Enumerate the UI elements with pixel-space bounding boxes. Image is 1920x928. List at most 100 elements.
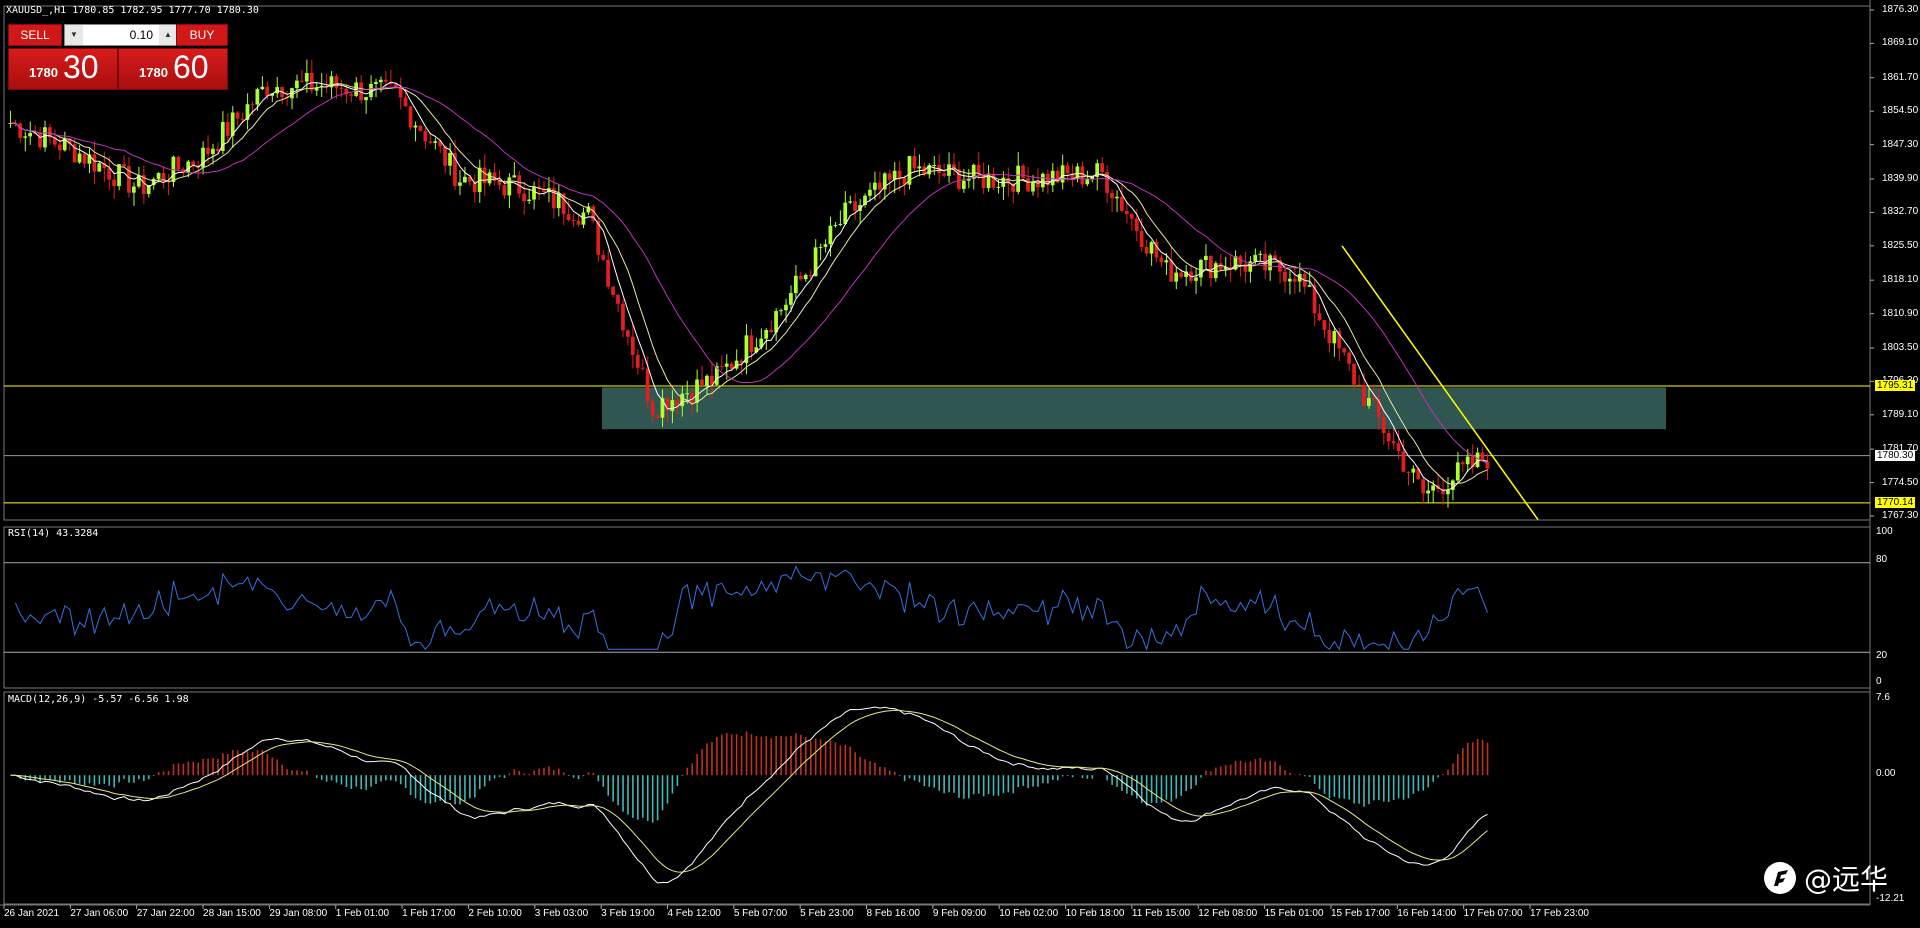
candle-body — [1085, 179, 1090, 185]
candle-body — [991, 173, 996, 188]
candle-body — [877, 182, 882, 190]
candle-body — [339, 87, 344, 89]
candle-body — [433, 141, 438, 143]
candle-body — [1357, 384, 1361, 386]
candle-body — [1100, 163, 1104, 172]
candle-body — [527, 199, 531, 202]
candle-body — [1391, 441, 1396, 444]
candle-body — [1411, 468, 1416, 473]
time-tick: 12 Feb 08:00 — [1198, 908, 1258, 919]
candle-body — [97, 163, 102, 172]
candle-body — [502, 185, 507, 196]
candle-body — [838, 223, 843, 225]
candle-body — [1194, 277, 1198, 281]
candle-body — [1159, 257, 1164, 263]
price-tick: 1847.30 — [1882, 138, 1919, 150]
lot-increase-icon[interactable]: ▲ — [159, 25, 177, 45]
candle-body — [522, 193, 526, 202]
candle-body — [383, 79, 388, 82]
candle-body — [803, 274, 808, 280]
candle-body — [349, 94, 354, 96]
one-click-trade-panel: SELL ▼ 0.10 ▲ BUY 1780 30 1780 60 — [8, 24, 228, 90]
candle-body — [423, 131, 428, 142]
sell-price-button[interactable]: 1780 30 — [8, 48, 118, 90]
candle-body — [18, 123, 23, 138]
candle-body — [576, 220, 581, 225]
candle-body — [833, 224, 838, 226]
candle-body — [1174, 272, 1179, 282]
time-tick: 3 Feb 19:00 — [601, 908, 655, 919]
candle-body — [853, 201, 857, 211]
time-tick: 17 Feb 07:00 — [1463, 908, 1523, 919]
candle-body — [260, 86, 265, 90]
candle-body — [255, 89, 260, 105]
time-tick: 10 Feb 02:00 — [999, 908, 1059, 919]
candle-body — [1307, 285, 1312, 287]
rsi-tick-20: 20 — [1876, 650, 1888, 661]
candle-body — [685, 393, 690, 395]
price-tag: 1795.31 — [1875, 379, 1916, 391]
candle-body — [206, 147, 210, 155]
candle-body — [374, 82, 378, 84]
candle-body — [724, 363, 729, 367]
buy-price-button[interactable]: 1780 60 — [118, 48, 228, 90]
rsi-tick-0: 0 — [1876, 676, 1882, 687]
candle-body — [823, 244, 828, 247]
candle-body — [606, 259, 610, 287]
candle-body — [532, 186, 536, 200]
candle-body — [961, 180, 966, 189]
candle-body — [793, 275, 798, 294]
candle-body — [868, 189, 872, 196]
candle-body — [769, 330, 773, 333]
candle-body — [369, 83, 373, 98]
candle-body — [1179, 272, 1184, 277]
buy-button[interactable]: BUY — [176, 24, 228, 46]
candle-body — [403, 97, 408, 107]
candle-body — [616, 294, 620, 304]
price-tick: 1839.90 — [1882, 172, 1919, 184]
lot-decrease-icon[interactable]: ▼ — [65, 25, 83, 45]
candle-body — [630, 336, 635, 355]
candle-body — [1134, 218, 1139, 232]
candle-body — [112, 179, 116, 187]
candle-body — [892, 170, 897, 180]
candle-body — [176, 156, 181, 170]
time-tick: 2 Feb 10:00 — [468, 908, 522, 919]
candle-body — [1016, 165, 1020, 192]
macd-signal-line — [10, 709, 1488, 873]
candle-body — [932, 164, 937, 166]
price-tick: 1861.70 — [1882, 71, 1919, 83]
candle-body — [487, 172, 492, 184]
time-tick: 15 Feb 01:00 — [1264, 908, 1324, 919]
price-tick: 1869.10 — [1882, 37, 1919, 49]
candle-body — [670, 400, 675, 412]
rsi-tick-100: 100 — [1876, 526, 1893, 537]
candle-body — [334, 76, 339, 88]
price-tick: 1876.30 — [1882, 4, 1919, 15]
macd-tick-zero: 0.00 — [1876, 768, 1896, 779]
time-tick: 28 Jan 15:00 — [203, 908, 261, 919]
lot-value: 0.10 — [129, 28, 153, 42]
candle-body — [398, 88, 403, 98]
price-tick: 1854.50 — [1882, 105, 1919, 117]
price-tick: 1825.50 — [1882, 239, 1919, 251]
time-tick: 5 Feb 23:00 — [800, 908, 854, 919]
price-tick: 1789.10 — [1882, 408, 1919, 420]
lot-size-field[interactable]: ▼ 0.10 ▲ — [64, 24, 178, 46]
candle-body — [448, 152, 452, 166]
candle-body — [680, 393, 685, 407]
candle-body — [250, 104, 255, 106]
rsi-pane-frame — [3, 526, 1871, 689]
macd-pane-frame — [3, 691, 1871, 905]
sell-button[interactable]: SELL — [8, 24, 62, 46]
candle-body — [635, 354, 640, 368]
chart-canvas[interactable] — [0, 0, 1920, 928]
candle-body — [976, 164, 981, 175]
sell-price-pips: 30 — [63, 49, 99, 85]
candle-body — [784, 304, 788, 311]
rsi-line — [14, 565, 1488, 651]
candle-body — [1258, 253, 1263, 255]
candle-body — [1203, 255, 1208, 260]
time-tick: 15 Feb 17:00 — [1330, 908, 1390, 919]
symbol-info: XAUUSD_,H1 1780.85 1782.95 1777.70 1780.… — [6, 5, 259, 16]
